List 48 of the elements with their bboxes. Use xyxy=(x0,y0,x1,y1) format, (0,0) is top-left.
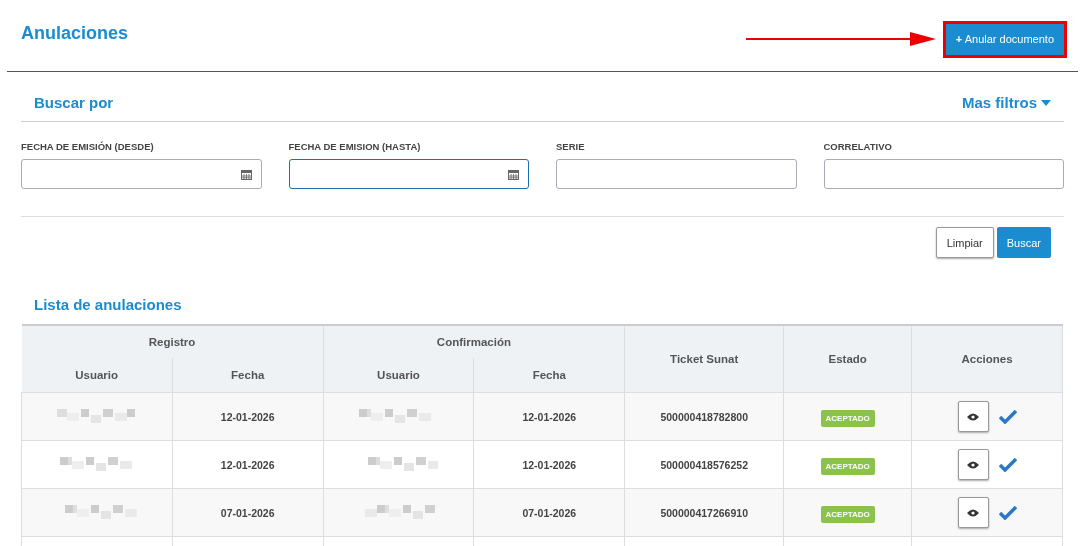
checkmark-icon xyxy=(998,505,1017,520)
column-group-header: Confirmación xyxy=(323,325,625,358)
page-title: Anulaciones xyxy=(21,22,129,44)
table-cell: 500000418782800 xyxy=(624,392,784,441)
table-cell: 07-01-2026 xyxy=(473,488,625,537)
table-cell: 500000417266910 xyxy=(624,488,784,537)
date-field[interactable] xyxy=(21,159,262,189)
calendar-icon xyxy=(508,168,519,180)
checkmark-icon xyxy=(998,457,1017,472)
column-header: Ticket Sunat xyxy=(624,325,784,393)
field-label: FECHA DE EMISIÓN (DESDE) xyxy=(21,141,155,152)
input-field[interactable] xyxy=(823,159,1064,189)
column-header: Estado xyxy=(783,325,912,393)
section-title: Buscar por xyxy=(34,94,114,111)
view-button[interactable] xyxy=(957,497,989,528)
eye-icon xyxy=(967,508,980,517)
view-button[interactable] xyxy=(957,449,989,480)
view-button[interactable] xyxy=(957,401,989,432)
status-badge: ACEPTADO xyxy=(820,505,875,523)
column-header: Fecha xyxy=(172,358,324,393)
checkmark-icon xyxy=(998,409,1017,424)
calendar-icon xyxy=(240,168,252,180)
status-badge: ACEPTADO xyxy=(820,457,875,475)
table-cell: 12-01-2026 xyxy=(172,392,324,441)
eye-icon xyxy=(967,460,980,469)
table-cell: 12-01-2026 xyxy=(172,440,324,489)
caret-icon xyxy=(1041,99,1051,106)
column-header: Fecha xyxy=(473,358,625,393)
input-field[interactable] xyxy=(556,159,797,189)
anular-documento-button[interactable]: + Anular documento xyxy=(945,23,1064,55)
column-header: Usuario xyxy=(323,358,474,393)
field-label: CORRELATIVO xyxy=(823,141,893,152)
search-button[interactable]: Buscar xyxy=(996,227,1051,258)
date-field[interactable] xyxy=(288,159,529,189)
table-cell: 500000418576252 xyxy=(624,440,784,489)
eye-icon xyxy=(967,412,980,421)
field-label: SERIE xyxy=(556,141,586,152)
table-cell: 12-01-2026 xyxy=(473,392,625,441)
column-group-header: Registro xyxy=(21,325,324,358)
table-cell: 12-01-2026 xyxy=(473,440,625,489)
clear-button[interactable]: Limpiar xyxy=(935,227,994,258)
table-cell: 07-01-2026 xyxy=(172,488,324,537)
more-filters-link[interactable]: Mas filtros xyxy=(962,94,1051,111)
section-title: Lista de anulaciones xyxy=(34,296,183,313)
column-header: Acciones xyxy=(911,325,1063,393)
field-label: FECHA DE EMISION (HASTA) xyxy=(288,141,422,152)
status-badge: ACEPTADO xyxy=(820,409,875,427)
column-header: Usuario xyxy=(21,358,173,393)
